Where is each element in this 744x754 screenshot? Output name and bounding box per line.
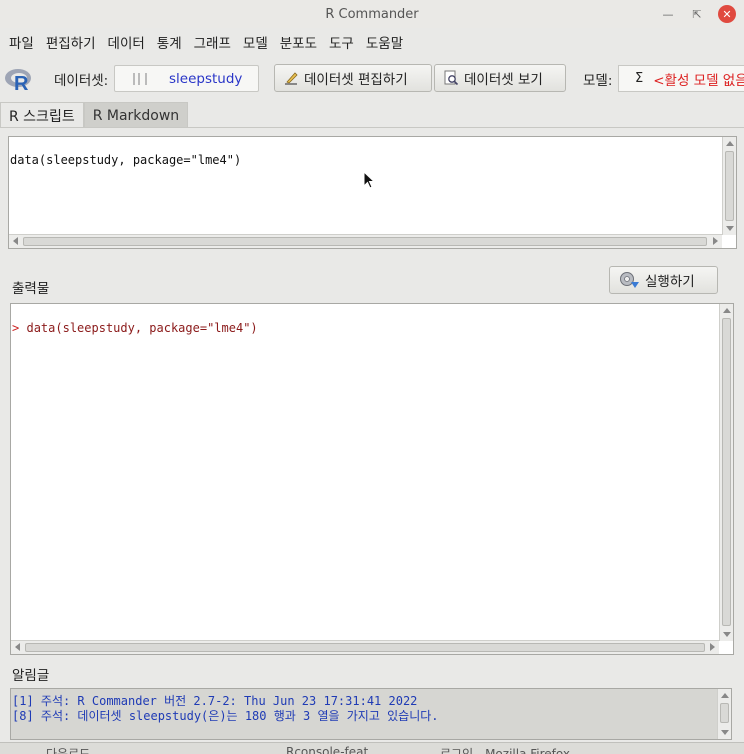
scroll-up-icon[interactable] [726, 141, 734, 146]
script-hscroll-thumb[interactable] [23, 237, 707, 246]
output-label: 출력물 [12, 281, 50, 297]
gear-run-icon [620, 272, 639, 288]
close-icon[interactable]: ✕ [718, 5, 736, 23]
scroll-up-icon[interactable] [723, 308, 731, 313]
view-dataset-button[interactable]: 데이터셋 보기 [434, 64, 566, 92]
taskbar-item-downloads[interactable]: 다운로드 [46, 745, 90, 754]
edit-dataset-button[interactable]: 데이터셋 편집하기 [274, 64, 432, 92]
scroll-left-icon[interactable] [13, 237, 18, 245]
script-line: data(sleepstudy, package="lme4") [10, 153, 242, 167]
view-dataset-label: 데이터셋 보기 [464, 72, 543, 88]
messages-label: 알림글 [12, 668, 50, 684]
menu-tools[interactable]: 도구 [324, 32, 359, 52]
output-vscroll-thumb[interactable] [722, 318, 731, 626]
window-title: R Commander [325, 6, 419, 22]
minimize-icon[interactable]: — [659, 5, 677, 23]
active-dataset-button[interactable]: sleepstudy [114, 65, 259, 92]
taskbar: 다운로드 Rconsole-feat 로그인 - Mozilla Firefox [0, 742, 744, 754]
menu-bar: 파일 편집하기 데이터 통계 그래프 모델 분포도 도구 도움말 [0, 28, 744, 56]
mouse-cursor-icon [363, 171, 375, 189]
taskbar-item-firefox[interactable]: 로그인 - Mozilla Firefox [440, 745, 570, 754]
script-horizontal-scrollbar[interactable] [9, 234, 722, 248]
menu-edit[interactable]: 편집하기 [41, 32, 101, 52]
title-bar: R Commander — ⇱ ✕ [0, 0, 744, 28]
model-label: 모델: [583, 73, 613, 89]
menu-file[interactable]: 파일 [4, 32, 39, 52]
edit-dataset-label: 데이터셋 편집하기 [304, 72, 408, 88]
messages-vscroll-thumb[interactable] [720, 703, 729, 723]
active-dataset-value: sleepstudy [169, 70, 243, 87]
dataset-label: 데이터셋: [54, 73, 109, 89]
script-editor[interactable]: data(sleepstudy, package="lme4") [8, 136, 737, 249]
messages-vertical-scrollbar[interactable] [717, 689, 731, 739]
scroll-up-icon[interactable] [721, 693, 729, 698]
scroll-right-icon[interactable] [713, 237, 718, 245]
script-pane: data(sleepstudy, package="lme4") [0, 127, 744, 255]
menu-data[interactable]: 데이터 [103, 32, 150, 52]
run-button[interactable]: 실행하기 [609, 266, 718, 294]
pencil-icon [285, 72, 298, 85]
active-model-value: <활성 모델 없음> [653, 72, 744, 89]
tab-r-script[interactable]: R 스크립트 [0, 102, 84, 128]
scroll-down-icon[interactable] [721, 730, 729, 735]
scroll-down-icon[interactable] [726, 226, 734, 231]
menu-statistics[interactable]: 통계 [152, 32, 187, 52]
run-button-label: 실행하기 [645, 274, 695, 290]
maximize-icon[interactable]: ⇱ [688, 5, 706, 23]
output-horizontal-scrollbar[interactable] [11, 640, 719, 654]
toolbar: R 데이터셋: sleepstudy 데이터셋 편집하기 데이터셋 보기 모델:… [0, 58, 744, 98]
dataset-grid-icon [133, 72, 147, 85]
scroll-down-icon[interactable] [723, 632, 731, 637]
output-vertical-scrollbar[interactable] [719, 304, 733, 641]
menu-help[interactable]: 도움말 [361, 32, 408, 52]
menu-graphs[interactable]: 그래프 [189, 32, 236, 52]
messages-pane[interactable]: [1] 주석: R Commander 버전 2.7-2: Thu Jun 23… [10, 688, 732, 740]
output-prompt: > [12, 321, 20, 335]
svg-text:R: R [14, 73, 29, 92]
output-line: > data(sleepstudy, package="lme4") [12, 321, 258, 335]
editor-tabs: R 스크립트 R Markdown [0, 102, 189, 128]
document-magnifier-icon [444, 70, 459, 86]
r-logo-icon: R [5, 69, 31, 92]
message-line-2: [8] 주석: 데이터셋 sleepstudy(은)는 180 행과 3 열을 … [12, 709, 439, 723]
menu-models[interactable]: 모델 [238, 32, 273, 52]
scroll-left-icon[interactable] [15, 643, 20, 651]
active-model-button[interactable]: Σ <활성 모델 없음> [618, 65, 744, 92]
menu-distributions[interactable]: 분포도 [275, 32, 322, 52]
sigma-icon: Σ [635, 71, 644, 86]
taskbar-item-rconsole[interactable]: Rconsole-feat [286, 745, 368, 754]
tab-r-markdown[interactable]: R Markdown [83, 102, 189, 128]
output-pane[interactable]: > data(sleepstudy, package="lme4") [10, 303, 734, 655]
script-vertical-scrollbar[interactable] [722, 137, 736, 235]
scroll-right-icon[interactable] [710, 643, 715, 651]
output-command: data(sleepstudy, package="lme4") [26, 321, 258, 335]
output-hscroll-thumb[interactable] [25, 643, 705, 652]
script-vscroll-thumb[interactable] [725, 151, 734, 221]
